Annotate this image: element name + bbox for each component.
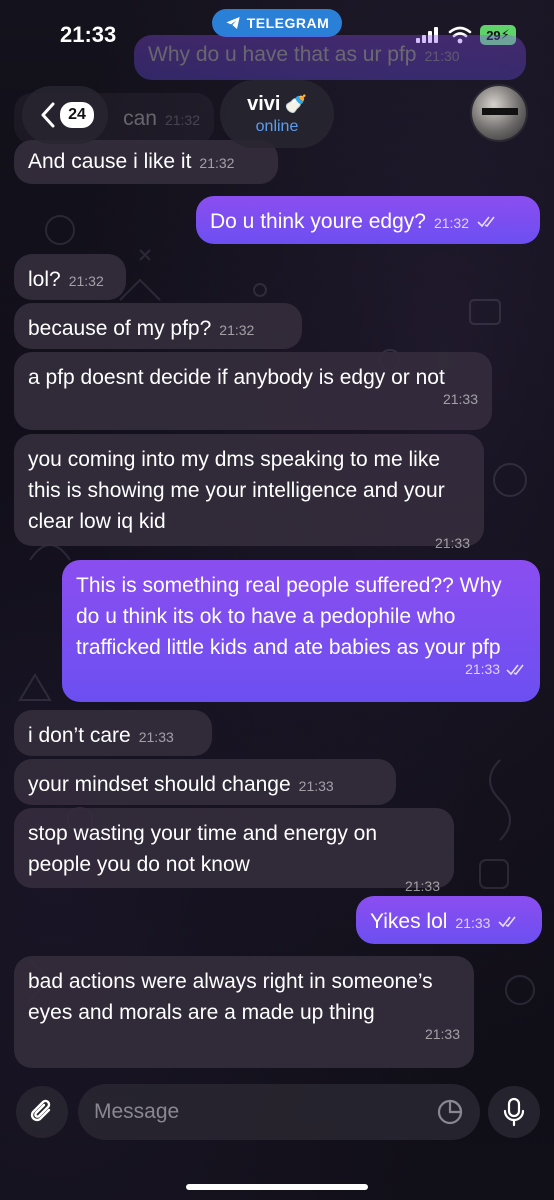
message-outgoing[interactable]: Why do u have that as ur pfp 21:30 xyxy=(134,35,526,80)
avatar-censor-bar xyxy=(482,108,518,115)
message-incoming[interactable]: a pfp doesnt decide if anybody is edgy o… xyxy=(14,352,492,430)
message-time: 21:33 xyxy=(298,778,334,794)
double-check-icon xyxy=(498,916,516,928)
message-incoming[interactable]: because of my pfp? 21:32 xyxy=(14,303,302,349)
message-incoming[interactable]: lol? 21:32 xyxy=(14,254,126,300)
message-time: 21:32 xyxy=(68,273,104,289)
message-time: 21:33 xyxy=(442,391,478,407)
attach-button[interactable] xyxy=(16,1086,68,1138)
message-time: 21:32 xyxy=(219,322,255,338)
message-incoming[interactable]: bad actions were always right in someone… xyxy=(14,956,474,1068)
message-incoming[interactable]: i don’t care 21:33 xyxy=(14,710,212,756)
paperclip-icon xyxy=(30,1099,51,1122)
telegram-pill-label: TELEGRAM xyxy=(246,15,330,31)
double-check-icon xyxy=(477,216,495,228)
message-time: 21:33 xyxy=(434,535,470,551)
message-time: 21:33 xyxy=(455,915,491,931)
double-check-icon xyxy=(506,664,524,676)
message-time: 21:33 xyxy=(424,1026,460,1042)
contact-header[interactable]: vivi 🍼 online xyxy=(220,80,334,148)
message-input[interactable] xyxy=(78,1084,480,1140)
microphone-icon xyxy=(503,1097,525,1127)
status-time: 21:33 xyxy=(60,22,117,47)
contact-emoji: 🍼 xyxy=(284,93,307,114)
message-time: 21:33 xyxy=(404,878,440,894)
message-outgoing[interactable]: This is something real people suffered??… xyxy=(62,560,540,702)
message-incoming[interactable]: stop wasting your time and energy on peo… xyxy=(14,808,454,894)
sticker-icon[interactable] xyxy=(436,1098,464,1126)
message-time: 21:32 xyxy=(164,112,200,128)
chevron-left-icon xyxy=(41,102,55,128)
message-incoming[interactable]: your mindset should change 21:33 xyxy=(14,759,396,805)
message-time: 21:33 xyxy=(76,661,526,677)
contact-name: vivi xyxy=(247,92,281,115)
avatar[interactable] xyxy=(470,84,528,142)
telegram-pill[interactable]: TELEGRAM xyxy=(212,9,342,37)
microphone-button[interactable] xyxy=(488,1086,540,1138)
contact-status: online xyxy=(255,117,299,135)
home-indicator xyxy=(186,1184,368,1190)
message-incoming[interactable]: you coming into my dms speaking to me li… xyxy=(14,434,484,551)
message-outgoing[interactable]: Do u think youre edgy? 21:32 xyxy=(196,196,540,244)
message-time: 21:32 xyxy=(433,215,470,231)
telegram-plane-icon xyxy=(226,17,240,29)
message-time: 21:33 xyxy=(138,729,174,745)
message-incoming[interactable]: And cause i like it 21:32 xyxy=(14,140,278,184)
unread-count-badge: 24 xyxy=(60,102,94,128)
message-time: 21:32 xyxy=(199,155,235,171)
message-outgoing[interactable]: Yikes lol 21:33 xyxy=(356,896,542,944)
message-time: 21:30 xyxy=(424,48,460,64)
back-button[interactable]: 24 xyxy=(22,86,108,144)
